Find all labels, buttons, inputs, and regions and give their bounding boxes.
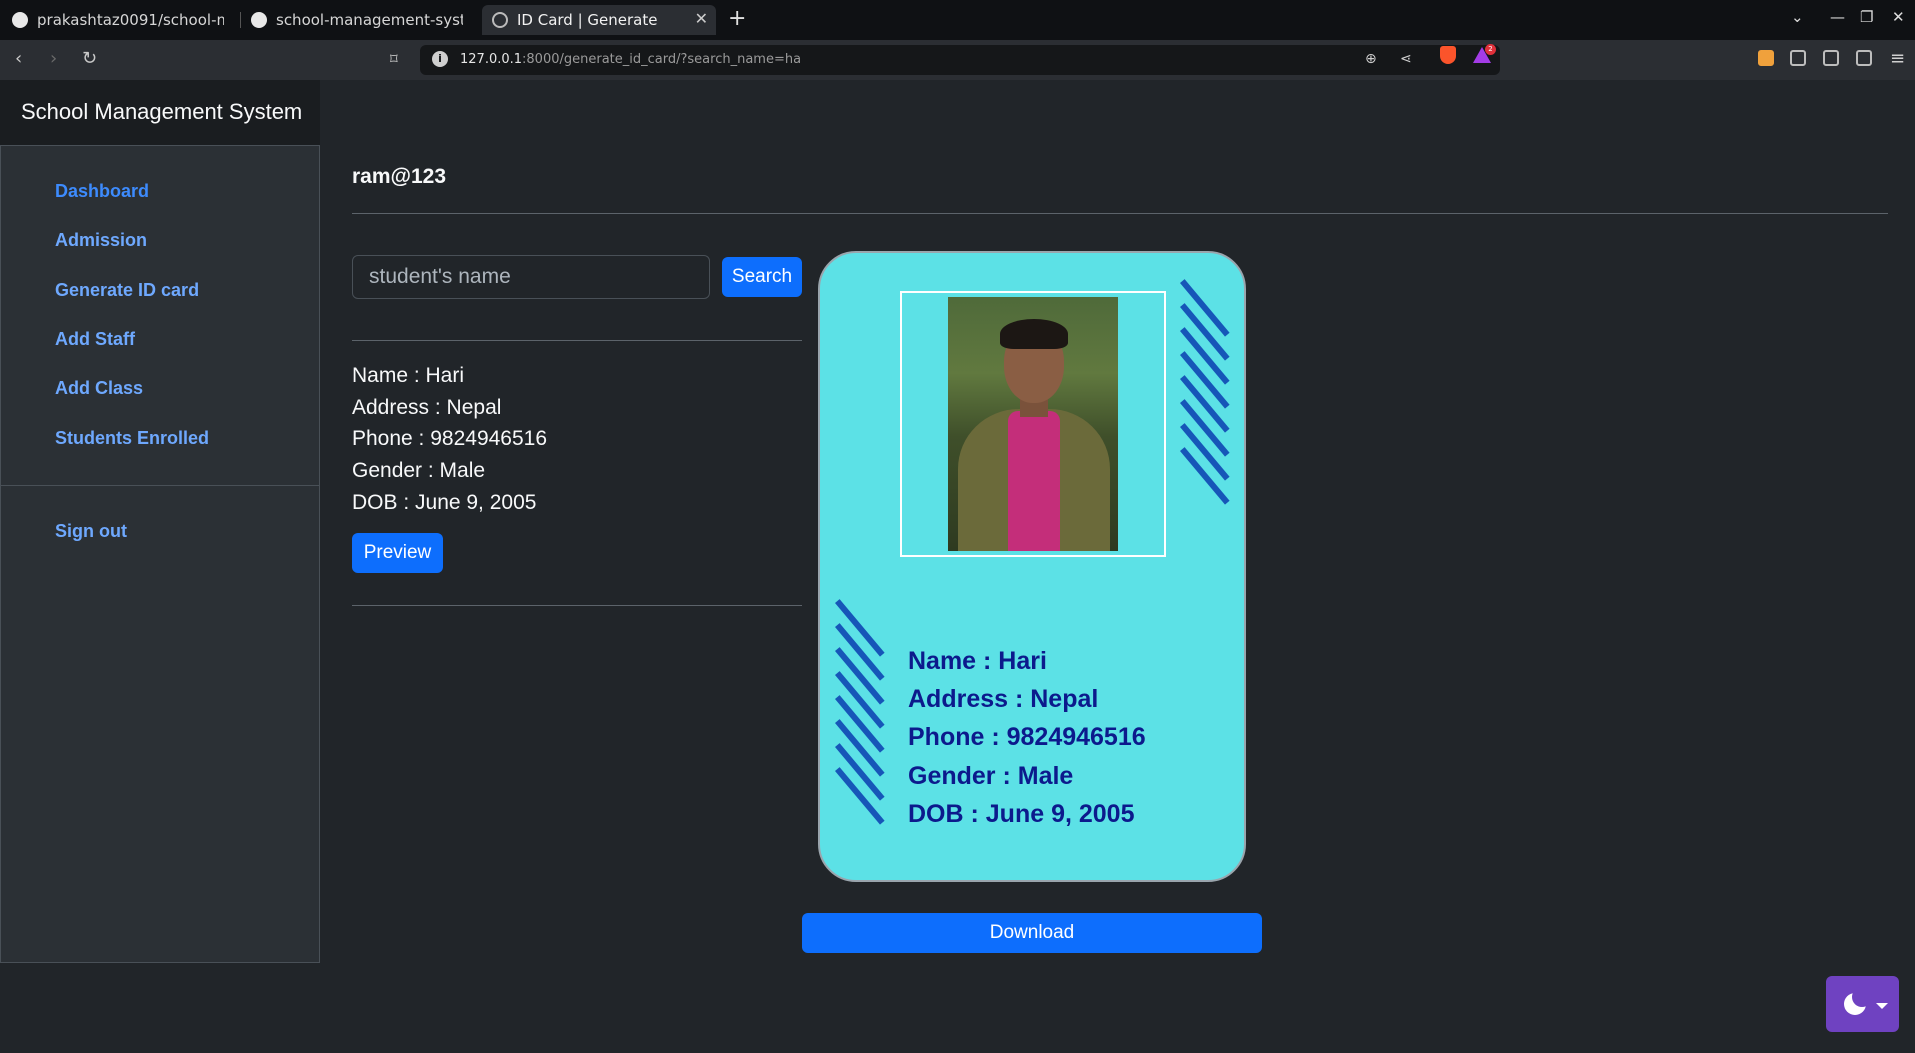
zoom-icon[interactable]: ⊕ (1365, 51, 1377, 67)
browser-tab-bar: prakashtaz0091/school-man school-managem… (0, 0, 1915, 40)
student-dob: DOB : June 9, 2005 (352, 491, 537, 514)
url-host: 127.0.0.1 (460, 52, 523, 67)
student-phone: Phone : 9824946516 (352, 427, 548, 450)
tab-title: ID Card | Generate (517, 11, 658, 29)
url-text: 127.0.0.1:8000/generate_id_card/?search_… (460, 52, 801, 67)
sidebar-divider (1, 485, 319, 486)
id-card: Name : Hari Address : Nepal Phone : 9824… (818, 251, 1246, 882)
close-window-icon[interactable]: ✕ (1892, 8, 1905, 26)
close-tab-icon[interactable]: ✕ (695, 9, 708, 28)
sidebar-item-dashboard[interactable]: Dashboard (55, 181, 149, 202)
forward-icon[interactable]: › (50, 48, 57, 69)
sidebar-item-sign-out[interactable]: Sign out (55, 521, 127, 542)
preview-divider (352, 605, 802, 606)
sidebar-item-add-staff[interactable]: Add Staff (55, 329, 135, 350)
brand-area: School Management System (0, 80, 320, 145)
restore-icon[interactable]: ❐ (1860, 8, 1873, 26)
extension-icon[interactable] (1758, 50, 1774, 66)
new-tab-button[interactable]: + (728, 6, 746, 31)
decorative-stripes-bottom (835, 599, 895, 843)
header-divider (352, 213, 1888, 214)
share-icon[interactable]: ⋖ (1400, 51, 1412, 67)
chevron-down-icon (1876, 1003, 1888, 1009)
sidebar: Dashboard Admission Generate ID card Add… (0, 145, 320, 963)
sidebar-item-students-enrolled[interactable]: Students Enrolled (55, 428, 209, 449)
moon-cut (1852, 987, 1872, 1007)
bookmark-icon[interactable]: ⌑ (390, 50, 398, 68)
url-path: :8000/generate_id_card/?search_name=ha (522, 52, 802, 67)
app-header: School Management System (0, 80, 1915, 145)
photo-shirt (1008, 411, 1060, 551)
photo-hair (1000, 319, 1068, 349)
card-address: Address : Nepal (908, 685, 1099, 713)
browser-tab[interactable]: school-management-system (241, 5, 473, 35)
browser-tab[interactable]: prakashtaz0091/school-man (2, 5, 234, 35)
app-title[interactable]: School Management System (21, 99, 302, 125)
tab-title: prakashtaz0091/school-man (37, 11, 224, 29)
brave-shields-icon[interactable] (1440, 46, 1456, 64)
decorative-stripes-top (1180, 279, 1240, 523)
download-button[interactable]: Download (802, 913, 1262, 953)
photo-frame (900, 291, 1166, 557)
wallet-icon[interactable] (1856, 50, 1872, 66)
browser-toolbar: ‹ › ↻ ⌑ i 127.0.0.1:8000/generate_id_car… (0, 40, 1915, 80)
reload-icon[interactable]: ↻ (82, 48, 97, 69)
student-photo (948, 297, 1118, 551)
tab-list-chevron-icon[interactable]: ⌄ (1791, 8, 1804, 26)
minimize-icon[interactable]: — (1830, 8, 1845, 26)
browser-tab-active[interactable]: ID Card | Generate ✕ (482, 5, 716, 35)
sidebar-item-generate-id-card[interactable]: Generate ID card (55, 280, 199, 301)
sidebar-item-admission[interactable]: Admission (55, 230, 147, 251)
notification-badge: 2 (1485, 44, 1496, 55)
search-divider (352, 340, 802, 341)
github-icon (12, 12, 28, 28)
student-gender: Gender : Male (352, 459, 486, 482)
card-gender: Gender : Male (908, 762, 1074, 790)
student-name: Name : Hari (352, 364, 465, 387)
card-name: Name : Hari (908, 647, 1047, 675)
card-phone: Phone : 9824946516 (908, 723, 1146, 751)
search-input[interactable] (352, 255, 710, 299)
site-info-icon[interactable]: i (432, 51, 448, 67)
github-icon (251, 12, 267, 28)
sidebar-toggle-icon[interactable] (1823, 50, 1839, 66)
username: ram@123 (352, 165, 447, 188)
globe-icon (492, 12, 508, 28)
search-button[interactable]: Search (722, 257, 802, 297)
puzzle-extensions-icon[interactable] (1790, 50, 1806, 66)
tab-title: school-management-system (276, 11, 463, 29)
back-icon[interactable]: ‹ (15, 48, 22, 69)
theme-toggle-button[interactable] (1826, 976, 1899, 1032)
sidebar-item-add-class[interactable]: Add Class (55, 378, 143, 399)
preview-button[interactable]: Preview (352, 533, 443, 573)
address-bar[interactable]: i 127.0.0.1:8000/generate_id_card/?searc… (420, 45, 1500, 75)
menu-icon[interactable]: ≡ (1890, 48, 1905, 69)
student-address: Address : Nepal (352, 396, 502, 419)
card-dob: DOB : June 9, 2005 (908, 800, 1135, 828)
